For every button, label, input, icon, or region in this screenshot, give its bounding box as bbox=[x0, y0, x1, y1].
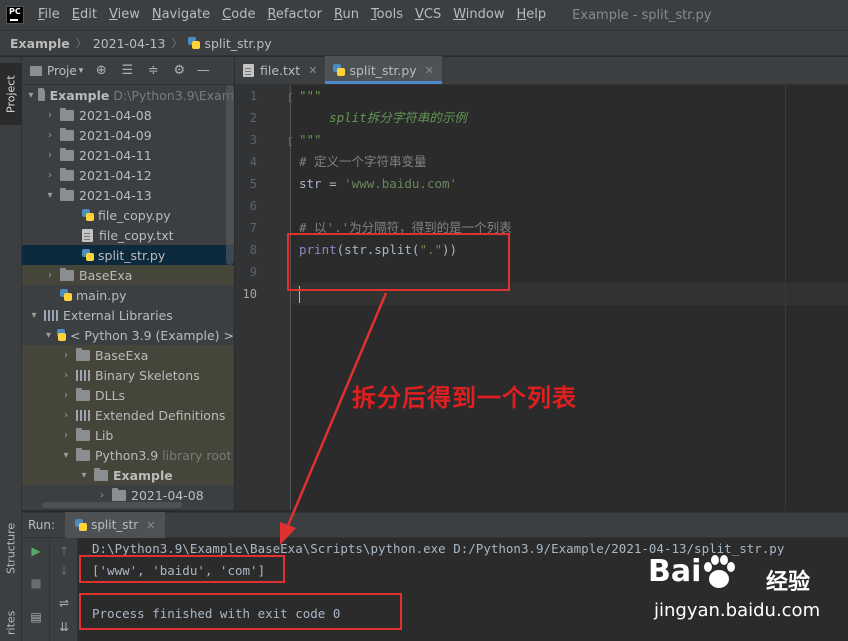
baidu-jingyan-watermark: Bai 经验 jingyan.baidu.com bbox=[644, 548, 844, 638]
paw-icon bbox=[704, 555, 735, 588]
annotation-label: 拆分后得到一个列表 bbox=[352, 384, 577, 412]
watermark-brand-cn: 经验 bbox=[766, 570, 811, 595]
watermark-brand: Bai bbox=[648, 554, 702, 589]
annotation-arrow bbox=[280, 292, 388, 545]
watermark-url: jingyan.baidu.com bbox=[654, 600, 821, 621]
